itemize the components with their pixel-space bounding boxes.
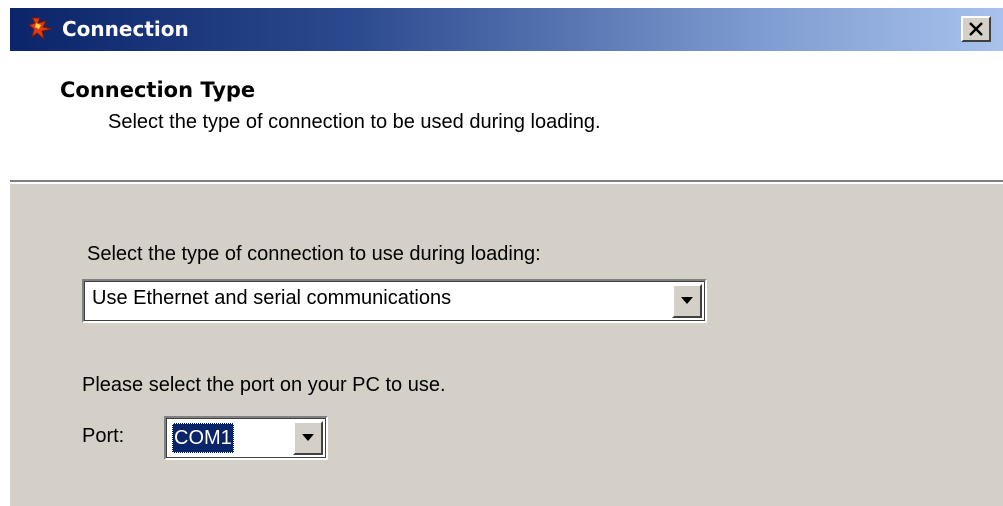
chevron-down-icon (302, 434, 314, 441)
connection-dialog: Connection Connection Type Select the ty… (0, 0, 1003, 506)
dialog-body: Select the type of connection to use dur… (10, 184, 1003, 506)
chevron-down-icon (681, 297, 693, 304)
connection-type-value: Use Ethernet and serial communications (92, 287, 452, 309)
connection-type-dropdown-button[interactable] (672, 284, 702, 318)
wizard-header: Connection Type Select the type of conne… (10, 51, 1003, 180)
connection-type-label: Select the type of connection to use dur… (87, 243, 541, 265)
connection-type-dropdown[interactable]: Use Ethernet and serial communications (82, 279, 707, 323)
port-dropdown[interactable]: COM1 (164, 416, 328, 460)
close-button[interactable] (961, 16, 991, 42)
app-logo-icon (26, 15, 58, 43)
port-value: COM1 (172, 423, 234, 453)
page-title: Connection Type (60, 78, 256, 102)
page-subtitle: Select the type of connection to be used… (108, 111, 601, 133)
title-bar[interactable]: Connection (10, 8, 1003, 51)
port-label: Port: (82, 425, 125, 447)
close-icon (969, 22, 983, 36)
port-instruction: Please select the port on your PC to use… (82, 374, 446, 396)
window-title: Connection (62, 17, 189, 41)
port-dropdown-button[interactable] (293, 421, 323, 455)
